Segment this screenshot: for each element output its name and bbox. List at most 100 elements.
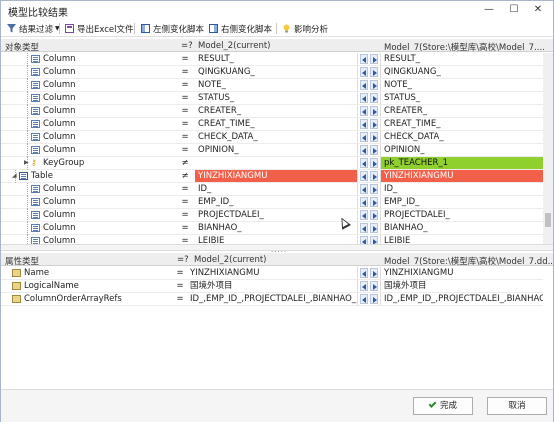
copy-right-arrow-icon[interactable] bbox=[370, 158, 378, 168]
copy-right-arrow-icon[interactable] bbox=[370, 119, 378, 129]
table-row[interactable]: Column = OPINION_ OPINION_ bbox=[1, 144, 543, 157]
table-row[interactable]: ◢ Table ≠ YINZHIXIANGMU YINZHIXIANGMU bbox=[1, 170, 543, 183]
column-icon bbox=[31, 81, 40, 89]
column-icon bbox=[31, 120, 40, 128]
copy-right-arrow-icon[interactable] bbox=[370, 236, 378, 244]
finish-button[interactable]: 完成 bbox=[413, 397, 473, 415]
table-row[interactable]: Column = CREAT_TIME_ CREAT_TIME_ bbox=[1, 118, 543, 131]
copy-right-arrow-icon[interactable] bbox=[370, 184, 378, 194]
table-row[interactable]: Column = CHECK_DATA_ CHECK_DATA_ bbox=[1, 131, 543, 144]
copy-left-arrow-icon[interactable] bbox=[360, 93, 368, 103]
export-excel-button[interactable]: 导出Excel文件 bbox=[65, 22, 134, 35]
copy-left-arrow-icon[interactable] bbox=[360, 236, 368, 244]
copy-left-arrow-icon[interactable] bbox=[360, 268, 368, 278]
copy-left-arrow-icon[interactable] bbox=[360, 281, 368, 291]
object-type: Column bbox=[43, 184, 76, 194]
copy-right-arrow-icon[interactable] bbox=[370, 132, 378, 142]
copy-left-arrow-icon[interactable] bbox=[360, 171, 368, 181]
table-row[interactable]: Column = BIANHAO_ BIANHAO_ bbox=[1, 222, 543, 235]
table-row[interactable]: Column = NOTE_ NOTE_ bbox=[1, 79, 543, 92]
copy-left-arrow-icon[interactable] bbox=[360, 132, 368, 142]
copy-left-arrow-icon[interactable] bbox=[360, 106, 368, 116]
merge-arrows bbox=[357, 144, 381, 156]
table-row[interactable]: Column = QINGKUANG_ QINGKUANG_ bbox=[1, 66, 543, 79]
maximize-button[interactable]: ☐ bbox=[507, 3, 521, 16]
tree-line bbox=[27, 209, 28, 222]
copy-right-arrow-icon[interactable] bbox=[370, 294, 378, 304]
copy-right-arrow-icon[interactable] bbox=[370, 67, 378, 77]
cancel-button[interactable]: 取消 bbox=[487, 397, 547, 415]
copy-right-arrow-icon[interactable] bbox=[370, 106, 378, 116]
title-bar: 模型比较结果 — ☐ ✕ bbox=[1, 1, 553, 19]
right-value: OPINION_ bbox=[384, 145, 425, 155]
table-row[interactable]: Column = EMP_ID_ EMP_ID_ bbox=[1, 196, 543, 209]
copy-left-arrow-icon[interactable] bbox=[360, 197, 368, 207]
copy-left-arrow-icon[interactable] bbox=[360, 184, 368, 194]
table-row[interactable]: Column = ID_ ID_ bbox=[1, 183, 543, 196]
merge-arrows bbox=[357, 118, 381, 130]
right-value: EMP_ID_ bbox=[384, 197, 420, 207]
close-button[interactable]: ✕ bbox=[531, 3, 545, 16]
property-type: ColumnOrderArrayRefs bbox=[24, 294, 122, 304]
copy-right-arrow-icon[interactable] bbox=[370, 171, 378, 181]
copy-left-arrow-icon[interactable] bbox=[360, 119, 368, 129]
left-value: RESULT_ bbox=[198, 54, 234, 64]
lightbulb-icon bbox=[282, 24, 291, 33]
copy-left-arrow-icon[interactable] bbox=[360, 158, 368, 168]
copy-left-arrow-icon[interactable] bbox=[360, 294, 368, 304]
left-value: EMP_ID_ bbox=[198, 197, 234, 207]
merge-arrows bbox=[357, 53, 381, 65]
collapse-arrow-icon[interactable]: ◢ bbox=[12, 170, 17, 182]
left-script-button[interactable]: 左侧变化脚本 bbox=[141, 22, 204, 35]
pane-splitter[interactable]: ..... bbox=[1, 244, 553, 254]
copy-left-arrow-icon[interactable] bbox=[360, 80, 368, 90]
property-row[interactable]: Name = YINZHIXIANGMU YINZHIXIANGMU bbox=[1, 267, 543, 280]
column-icon bbox=[31, 237, 40, 244]
copy-left-arrow-icon[interactable] bbox=[360, 54, 368, 64]
object-type: Column bbox=[43, 132, 76, 142]
copy-right-arrow-icon[interactable] bbox=[370, 80, 378, 90]
table-row[interactable]: Column = CREATER_ CREATER_ bbox=[1, 105, 543, 118]
left-value bbox=[195, 157, 357, 169]
toolbar-divider bbox=[134, 23, 135, 34]
right-value: RESULT_ bbox=[384, 54, 420, 64]
copy-left-arrow-icon[interactable] bbox=[360, 223, 368, 233]
copy-right-arrow-icon[interactable] bbox=[370, 145, 378, 155]
tree-line bbox=[27, 222, 28, 235]
left-script-label: 左侧变化脚本 bbox=[153, 24, 205, 35]
property-row[interactable]: LogicalName = 国境外项目 国境外项目 bbox=[1, 280, 543, 293]
right-value: NOTE_ bbox=[384, 80, 412, 90]
table-row[interactable]: Column = PROJECTDALEI_ PROJECTDALEI_ bbox=[1, 209, 543, 222]
table-row[interactable]: Column = STATUS_ STATUS_ bbox=[1, 92, 543, 105]
compare-symbol: = bbox=[181, 119, 189, 129]
copy-right-arrow-icon[interactable] bbox=[370, 281, 378, 291]
compare-symbol: ≠ bbox=[181, 158, 189, 168]
copy-right-arrow-icon[interactable] bbox=[370, 197, 378, 207]
copy-right-arrow-icon[interactable] bbox=[370, 93, 378, 103]
top-grid-scrollbar[interactable] bbox=[543, 53, 553, 244]
impact-analysis-button[interactable]: 影响分析 bbox=[282, 22, 328, 35]
scrollbar-thumb[interactable] bbox=[545, 213, 551, 227]
compare-symbol: = bbox=[181, 67, 189, 77]
right-script-button[interactable]: 右侧变化脚本 bbox=[209, 22, 272, 35]
copy-right-arrow-icon[interactable] bbox=[370, 54, 378, 64]
table-row[interactable]: Column = RESULT_ RESULT_ bbox=[1, 53, 543, 66]
copy-left-arrow-icon[interactable] bbox=[360, 145, 368, 155]
table-row[interactable]: Column = LEIBIE_ LEIBIE_ bbox=[1, 235, 543, 244]
copy-right-arrow-icon[interactable] bbox=[370, 268, 378, 278]
compare-symbol: = bbox=[181, 80, 189, 90]
copy-left-arrow-icon[interactable] bbox=[360, 210, 368, 220]
merge-arrows bbox=[357, 131, 381, 143]
copy-right-arrow-icon[interactable] bbox=[370, 223, 378, 233]
column-icon bbox=[31, 224, 40, 232]
minimize-button[interactable]: — bbox=[482, 3, 496, 16]
table-row[interactable]: ▶ ⚷ KeyGroup ≠ pk_TEACHER_1 bbox=[1, 157, 543, 170]
compare-result-window: 模型比较结果 — ☐ ✕ 结果过滤 ▼ 导出Excel文件 左侧变化脚本 右侧变… bbox=[0, 0, 554, 422]
filter-button[interactable]: 结果过滤 ▼ bbox=[7, 22, 60, 35]
property-row[interactable]: ColumnOrderArrayRefs = ID_,EMP_ID_,PROJECT… bbox=[1, 293, 543, 306]
column-icon bbox=[31, 107, 40, 115]
expand-arrow-icon[interactable]: ▶ bbox=[24, 157, 29, 169]
copy-left-arrow-icon[interactable] bbox=[360, 67, 368, 77]
bottom-grid-header: 属性类型 =? Model_2(current) Model_7(Store:\… bbox=[1, 253, 553, 266]
copy-right-arrow-icon[interactable] bbox=[370, 210, 378, 220]
